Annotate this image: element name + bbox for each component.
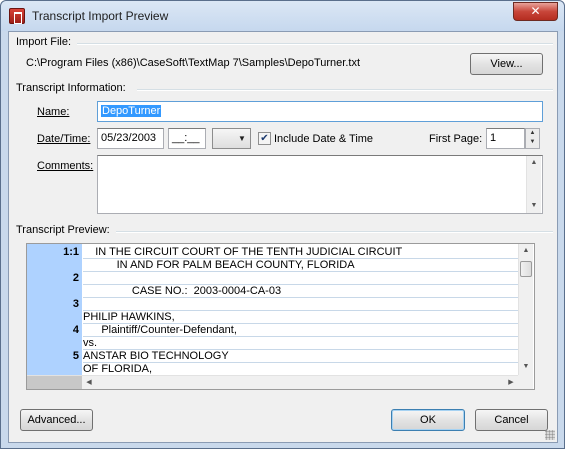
preview-vertical-scrollbar[interactable]: ▲ ▼ bbox=[518, 244, 533, 375]
transcript-row: 4 Plaintiff/Counter-Defendant, bbox=[27, 324, 532, 337]
scroll-left-icon[interactable]: ◀ bbox=[82, 376, 96, 389]
transcript-row: IN AND FOR PALM BEACH COUNTY, FLORIDA bbox=[27, 259, 532, 272]
transcript-info-group-label: Transcript Information: bbox=[16, 82, 126, 94]
advanced-button[interactable]: Advanced... bbox=[20, 409, 93, 431]
import-file-group-label: Import File: bbox=[16, 36, 72, 48]
transcript-preview-divider bbox=[116, 231, 553, 233]
window-title: Transcript Import Preview bbox=[32, 9, 169, 23]
line-number: 3 bbox=[72, 298, 79, 310]
dialog-window: Transcript Import Preview ✕ Import File:… bbox=[0, 0, 565, 449]
scroll-up-icon[interactable]: ▲ bbox=[527, 156, 541, 170]
import-file-divider bbox=[77, 43, 553, 45]
transcript-row: PHILIP HAWKINS, bbox=[27, 311, 532, 324]
name-input-value: DepoTurner bbox=[101, 105, 162, 117]
transcript-row: 2 bbox=[27, 272, 532, 285]
include-date-time-label[interactable]: Include Date & Time bbox=[274, 133, 373, 145]
spin-up-icon[interactable]: ▲ bbox=[526, 129, 539, 138]
transcript-info-divider bbox=[137, 89, 553, 91]
transcript-preview-group-label: Transcript Preview: bbox=[16, 224, 110, 236]
comments-textarea[interactable] bbox=[97, 155, 543, 214]
title-bar[interactable]: Transcript Import Preview ✕ bbox=[1, 1, 564, 31]
line-text: vs. bbox=[83, 337, 532, 350]
comments-scrollbar[interactable]: ▲ ▼ bbox=[526, 156, 541, 213]
line-text: CASE NO.: 2003-0004-CA-03 bbox=[83, 285, 532, 298]
checkmark-icon: ✔ bbox=[260, 133, 269, 144]
scroll-down-icon[interactable]: ▼ bbox=[527, 199, 541, 213]
line-number: 1:1 bbox=[63, 246, 79, 258]
first-page-spinner[interactable]: ▲ ▼ bbox=[525, 128, 540, 149]
line-number: 5 bbox=[72, 350, 79, 362]
first-page-input[interactable]: 1 bbox=[486, 128, 525, 149]
datetime-label: Date/Time: bbox=[37, 133, 91, 145]
app-icon bbox=[9, 8, 25, 24]
time-input[interactable]: __:__ bbox=[168, 128, 206, 149]
scroll-right-icon[interactable]: ▶ bbox=[504, 376, 518, 389]
cancel-button[interactable]: Cancel bbox=[475, 409, 548, 431]
preview-horizontal-scrollbar[interactable]: ◀ ▶ bbox=[27, 375, 518, 389]
name-input[interactable]: DepoTurner bbox=[97, 101, 543, 122]
spin-down-icon[interactable]: ▼ bbox=[526, 138, 539, 147]
line-text bbox=[83, 298, 532, 311]
line-text: PHILIP HAWKINS, bbox=[83, 311, 532, 324]
line-text: IN AND FOR PALM BEACH COUNTY, FLORIDA bbox=[83, 259, 532, 272]
transcript-preview-pane[interactable]: 1:1 IN THE CIRCUIT COURT OF THE TENTH JU… bbox=[26, 243, 535, 390]
date-input[interactable]: 05/23/2003 bbox=[97, 128, 164, 149]
line-text: Plaintiff/Counter-Defendant, bbox=[83, 324, 532, 337]
line-text bbox=[83, 272, 532, 285]
line-text: IN THE CIRCUIT COURT OF THE TENTH JUDICI… bbox=[83, 246, 532, 259]
line-text: ANSTAR BIO TECHNOLOGY bbox=[83, 350, 532, 363]
horizontal-scroll-track-left bbox=[27, 376, 82, 389]
transcript-row: 1:1 IN THE CIRCUIT COURT OF THE TENTH JU… bbox=[27, 246, 532, 259]
scroll-up-icon[interactable]: ▲ bbox=[519, 244, 533, 258]
dialog-client: Import File: C:\Program Files (x86)\Case… bbox=[8, 31, 558, 443]
view-button[interactable]: View... bbox=[470, 53, 543, 75]
line-number: 2 bbox=[72, 272, 79, 284]
transcript-row: 5 ANSTAR BIO TECHNOLOGY bbox=[27, 350, 532, 363]
comments-label: Comments: bbox=[37, 160, 94, 172]
transcript-row: vs. bbox=[27, 337, 532, 350]
first-page-label: First Page: bbox=[429, 133, 483, 145]
line-number: 4 bbox=[72, 324, 79, 336]
scroll-corner bbox=[518, 375, 533, 389]
scroll-down-icon[interactable]: ▼ bbox=[519, 360, 533, 374]
chevron-down-icon: ▼ bbox=[238, 134, 246, 143]
close-button[interactable]: ✕ bbox=[513, 2, 558, 21]
import-file-path: C:\Program Files (x86)\CaseSoft\TextMap … bbox=[26, 57, 360, 69]
include-date-time-checkbox[interactable]: ✔ bbox=[258, 132, 271, 145]
scroll-thumb[interactable] bbox=[520, 261, 532, 277]
resize-grip-icon[interactable] bbox=[545, 430, 555, 440]
transcript-row: CASE NO.: 2003-0004-CA-03 bbox=[27, 285, 532, 298]
ok-button[interactable]: OK bbox=[391, 409, 465, 431]
name-label: Name: bbox=[37, 106, 70, 118]
transcript-row: 3 bbox=[27, 298, 532, 311]
time-dropdown[interactable]: ▼ bbox=[212, 128, 251, 149]
